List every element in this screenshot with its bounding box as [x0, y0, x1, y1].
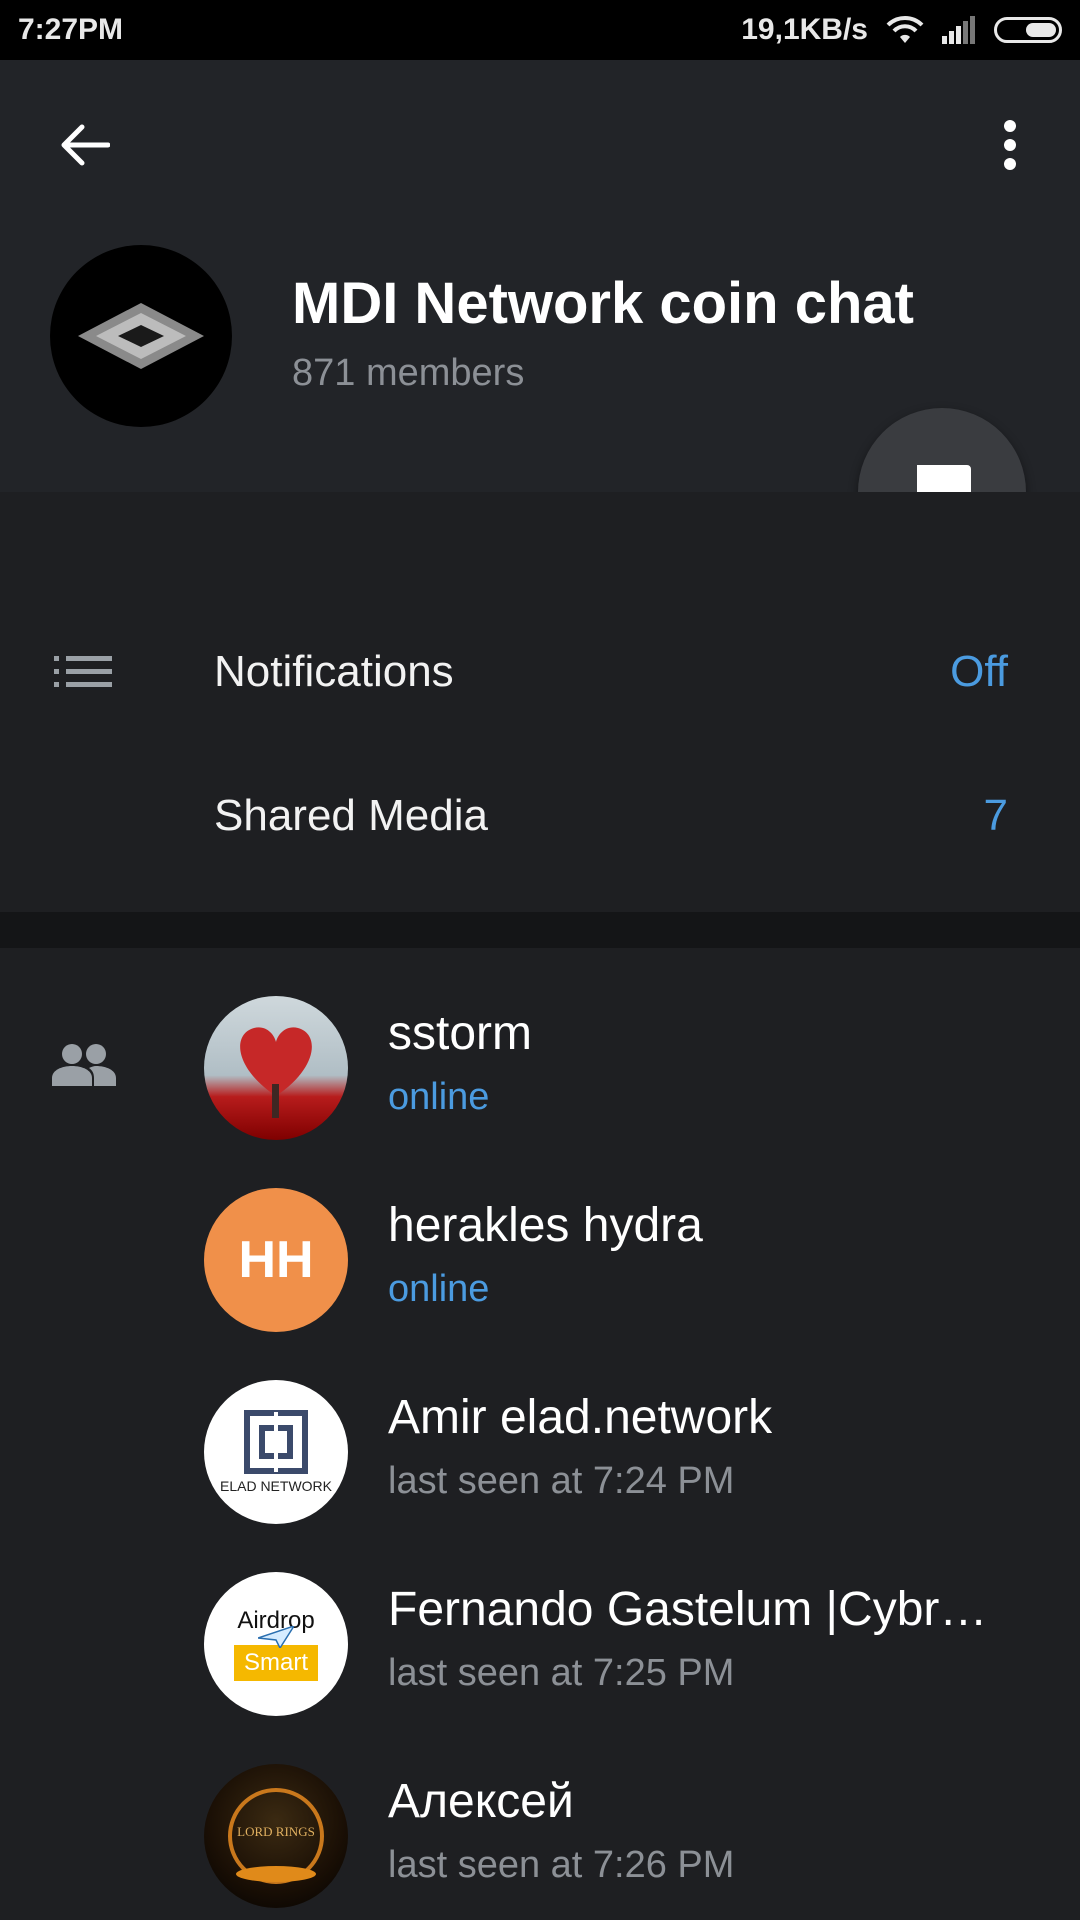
- notifications-label: Notifications: [214, 647, 454, 696]
- notifications-value: Off: [950, 647, 1008, 696]
- network-speed: 19,1KB/s: [741, 13, 868, 46]
- member-name: herakles hydra: [388, 1199, 703, 1252]
- heart-tree-icon: [240, 1027, 312, 1118]
- member-row[interactable]: HH herakles hydra online: [0, 1140, 1080, 1332]
- shared-media-row[interactable]: Shared Media 7: [0, 756, 1080, 876]
- notifications-row[interactable]: Notifications Off: [0, 612, 1080, 732]
- member-status: online: [388, 1076, 490, 1118]
- group-title: MDI Network coin chat: [292, 271, 914, 336]
- diamond-logo-icon: [78, 303, 204, 369]
- avatar-logo-text: ELAD NETWORK: [219, 1478, 332, 1494]
- member-status: last seen at 7:26 PM: [388, 1844, 735, 1886]
- member-row[interactable]: sstorm online: [0, 948, 1080, 1140]
- elad-logo-icon: [244, 1410, 308, 1474]
- avatar-logo-text: Smart: [233, 1645, 318, 1681]
- arrow-back-icon: [61, 124, 110, 166]
- ring-logo-icon: LORD RINGS: [228, 1788, 324, 1884]
- member-avatar: [204, 996, 348, 1140]
- member-status: last seen at 7:24 PM: [388, 1460, 735, 1502]
- member-row[interactable]: LORD RINGS Алексей last seen at 7:26 PM: [0, 1716, 1080, 1908]
- status-time: 7:27PM: [18, 13, 124, 46]
- status-right: 19,1KB/s: [741, 13, 1062, 47]
- members-section: sstorm online HH herakles hydra online E…: [0, 948, 1080, 1920]
- paper-plane-icon: [258, 1626, 294, 1648]
- list-icon: [54, 656, 112, 687]
- member-avatar: HH: [204, 1188, 348, 1332]
- member-row[interactable]: Airdrop Smart Fernando Gastelum |Cybr… l…: [0, 1524, 1080, 1716]
- member-name: sstorm: [388, 1007, 532, 1060]
- ring-logo-text: LORD RINGS: [237, 1824, 315, 1839]
- member-avatar: Airdrop Smart: [204, 1572, 348, 1716]
- settings-section: Notifications Off Shared Media 7: [0, 492, 1080, 912]
- signal-icon: [942, 16, 975, 44]
- battery-icon: [994, 17, 1062, 43]
- member-status: last seen at 7:25 PM: [388, 1652, 735, 1694]
- back-button[interactable]: [50, 110, 120, 180]
- avatar-initials: HH: [238, 1231, 314, 1289]
- members-count: 871 members: [292, 352, 525, 394]
- member-avatar: ELAD NETWORK: [204, 1380, 348, 1524]
- member-name: Алексей: [388, 1775, 574, 1828]
- member-row[interactable]: ELAD NETWORK Amir elad.network last seen…: [0, 1332, 1080, 1524]
- status-bar: 7:27PM 19,1KB/s: [0, 0, 1080, 60]
- more-options-button[interactable]: [990, 110, 1030, 180]
- section-divider: [0, 912, 1080, 948]
- member-name: Amir elad.network: [388, 1391, 773, 1444]
- more-vert-icon: [1004, 120, 1016, 170]
- group-avatar[interactable]: [50, 245, 232, 427]
- member-status: online: [388, 1268, 490, 1310]
- member-avatar: LORD RINGS: [204, 1764, 348, 1908]
- member-name: Fernando Gastelum |Cybr…: [388, 1583, 988, 1636]
- shared-media-label: Shared Media: [214, 791, 488, 840]
- wifi-icon: [886, 15, 924, 43]
- shared-media-count: 7: [983, 791, 1008, 840]
